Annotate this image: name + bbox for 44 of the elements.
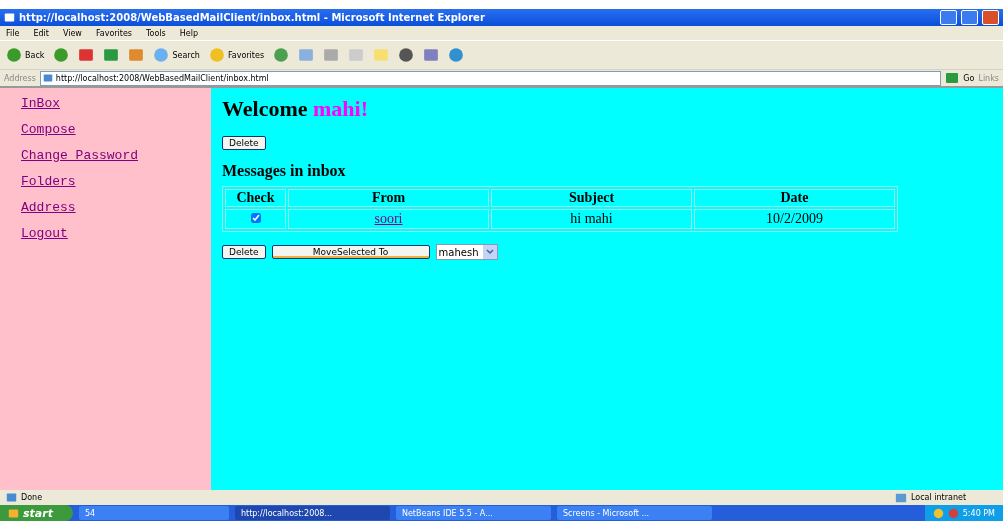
address-label: Address [4, 73, 36, 83]
taskbar-button[interactable]: Screens - Microsoft ... [556, 506, 712, 520]
sidebar-link[interactable]: Address [21, 200, 211, 215]
minimize-button[interactable] [940, 10, 957, 25]
welcome-heading: Welcome mahi! [222, 96, 369, 122]
sidebar-link[interactable]: Folders [21, 174, 211, 189]
sidebar-link[interactable]: Logout [21, 226, 211, 241]
toolbar-button[interactable]: Favorites [227, 50, 265, 60]
sidebar-link[interactable]: InBox [21, 96, 211, 111]
table-cell: 10/2/2009 [694, 209, 895, 229]
close-button[interactable] [982, 10, 999, 25]
clock: 5:40 PM [962, 508, 995, 518]
move-button[interactable]: MoveSelected To [271, 245, 430, 259]
table-cell: hi mahi [491, 209, 692, 229]
taskbar-button[interactable]: http://localhost:2008... [234, 506, 390, 520]
column-header: Check [225, 189, 286, 207]
menu-item[interactable]: Help [179, 28, 198, 38]
menu-item[interactable]: View [62, 28, 82, 38]
restore-button[interactable] [961, 10, 978, 25]
column-header: Subject [491, 189, 692, 207]
sidebar-link[interactable]: Compose [21, 122, 211, 137]
address-field[interactable]: http://localhost:2008/WebBasedMailClient/inbox.html [39, 70, 942, 86]
section-heading: Messages in inbox [222, 162, 346, 180]
column-header: Date [694, 189, 895, 207]
menu-item[interactable]: Favorites [95, 28, 132, 38]
menu-item[interactable]: File [6, 28, 20, 38]
sender-link[interactable]: soori [374, 211, 403, 226]
menu-item[interactable]: Tools [146, 28, 166, 38]
toolbar-button[interactable]: Back [25, 50, 45, 60]
column-header: From [288, 189, 489, 207]
status-text: Done [21, 493, 44, 502]
row-checkbox[interactable] [250, 213, 261, 223]
taskbar-button[interactable]: 54 [78, 506, 229, 520]
taskbar-button[interactable]: NetBeans IDE 5.5 - A... [395, 506, 551, 520]
zone-text: Local intranet [911, 493, 968, 502]
start-button[interactable]: start [0, 505, 73, 521]
delete-button[interactable]: Delete [222, 245, 266, 259]
toolbar-button[interactable]: Search [172, 50, 200, 60]
menu-item[interactable]: Edit [33, 28, 49, 38]
folder-dropdown[interactable]: mahesh [435, 244, 498, 260]
delete-button[interactable]: Delete [222, 136, 266, 150]
window-title: http://localhost:2008/WebBasedMailClient/inbox.html - Microsoft Internet Explorer [19, 12, 486, 23]
sidebar-link[interactable]: Change Password [21, 148, 211, 163]
go-button[interactable]: Go [963, 73, 975, 83]
